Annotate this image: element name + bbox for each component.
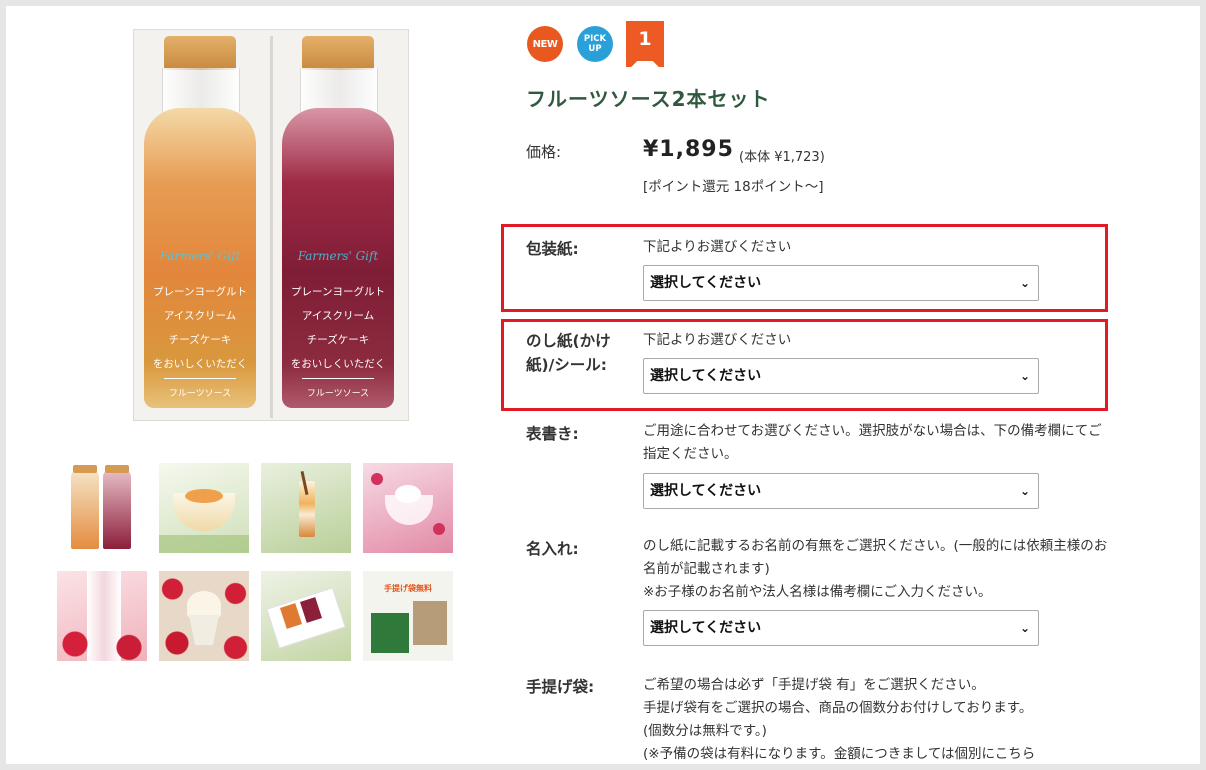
wrapping-label: 包装紙:	[526, 240, 579, 258]
berry-sauce-bottle: Farmers' Gift プレーンヨーグルト アイスクリーム チーズケーキ を…	[280, 36, 396, 410]
bag-note: ご希望の場合は必ず「手提げ袋 有」をご選択ください。 手提げ袋有をご選択の場合、…	[643, 677, 1036, 762]
price-excl-tax: (本体 ¥1,723)	[739, 150, 825, 165]
chevron-down-icon: ⌄	[1019, 369, 1030, 383]
bag-label: 手提げ袋:	[526, 678, 595, 696]
naire-label: 名入れ:	[526, 540, 579, 558]
orange-sauce-bottle: Farmers' Gift プレーンヨーグルト アイスクリーム チーズケーキ を…	[142, 36, 258, 410]
noshi-select[interactable]: 選択してください ⌄	[643, 358, 1039, 394]
thumbnail-7[interactable]	[261, 571, 351, 661]
thumbnail-5[interactable]	[57, 571, 147, 661]
bottle-brand: Farmers' Gift	[159, 249, 241, 263]
naire-select[interactable]: 選択してください ⌄	[643, 610, 1039, 646]
naire-note: のし紙に記載するお名前の有無をご選択ください。(一般的には依頼主様のお名前が記載…	[643, 538, 1108, 600]
bottle-brand: Farmers' Gift	[297, 249, 379, 263]
wrapping-note: 下記よりお選びください	[643, 239, 792, 255]
main-product-image[interactable]: Farmers' Gift プレーンヨーグルト アイスクリーム チーズケーキ を…	[133, 29, 409, 421]
new-badge: NEW	[527, 26, 563, 62]
omotegaki-note: ご用途に合わせてお選びください。選択肢がない場合は、下の備考欄にてご指定ください…	[643, 423, 1102, 462]
omotegaki-select[interactable]: 選択してください ⌄	[643, 473, 1039, 509]
price-label: 価格:	[526, 143, 562, 161]
bottle-cap	[302, 36, 374, 70]
chevron-down-icon: ⌄	[1019, 484, 1030, 498]
thumbnail-1[interactable]	[57, 463, 147, 553]
thumbnail-4[interactable]	[363, 463, 453, 553]
omotegaki-label: 表書き:	[526, 425, 579, 443]
chevron-down-icon: ⌄	[1019, 621, 1030, 635]
gift-box-divider	[270, 36, 273, 418]
product-title: フルーツソース2本セット	[526, 87, 771, 111]
noshi-note: 下記よりお選びください	[643, 332, 792, 348]
chevron-down-icon: ⌄	[1019, 276, 1030, 290]
wrapping-select[interactable]: 選択してください ⌄	[643, 265, 1039, 301]
price-value: ¥1,895	[643, 137, 734, 162]
rank-badge: 1	[626, 21, 664, 67]
thumbnail-8[interactable]: 手提げ袋無料	[363, 571, 453, 661]
noshi-label: のし紙(かけ 紙)/シール:	[526, 332, 611, 374]
points-reward: [ポイント還元 18ポイント〜]	[643, 179, 824, 195]
thumbnail-3[interactable]	[261, 463, 351, 553]
pick-up-badge: PICK UP	[577, 26, 613, 62]
thumbnail-notice-text: 手提げ袋無料	[384, 584, 432, 593]
thumbnail-6[interactable]	[159, 571, 249, 661]
product-page: Farmers' Gift プレーンヨーグルト アイスクリーム チーズケーキ を…	[6, 6, 1200, 764]
bottle-cap	[164, 36, 236, 70]
thumbnail-2[interactable]	[159, 463, 249, 553]
